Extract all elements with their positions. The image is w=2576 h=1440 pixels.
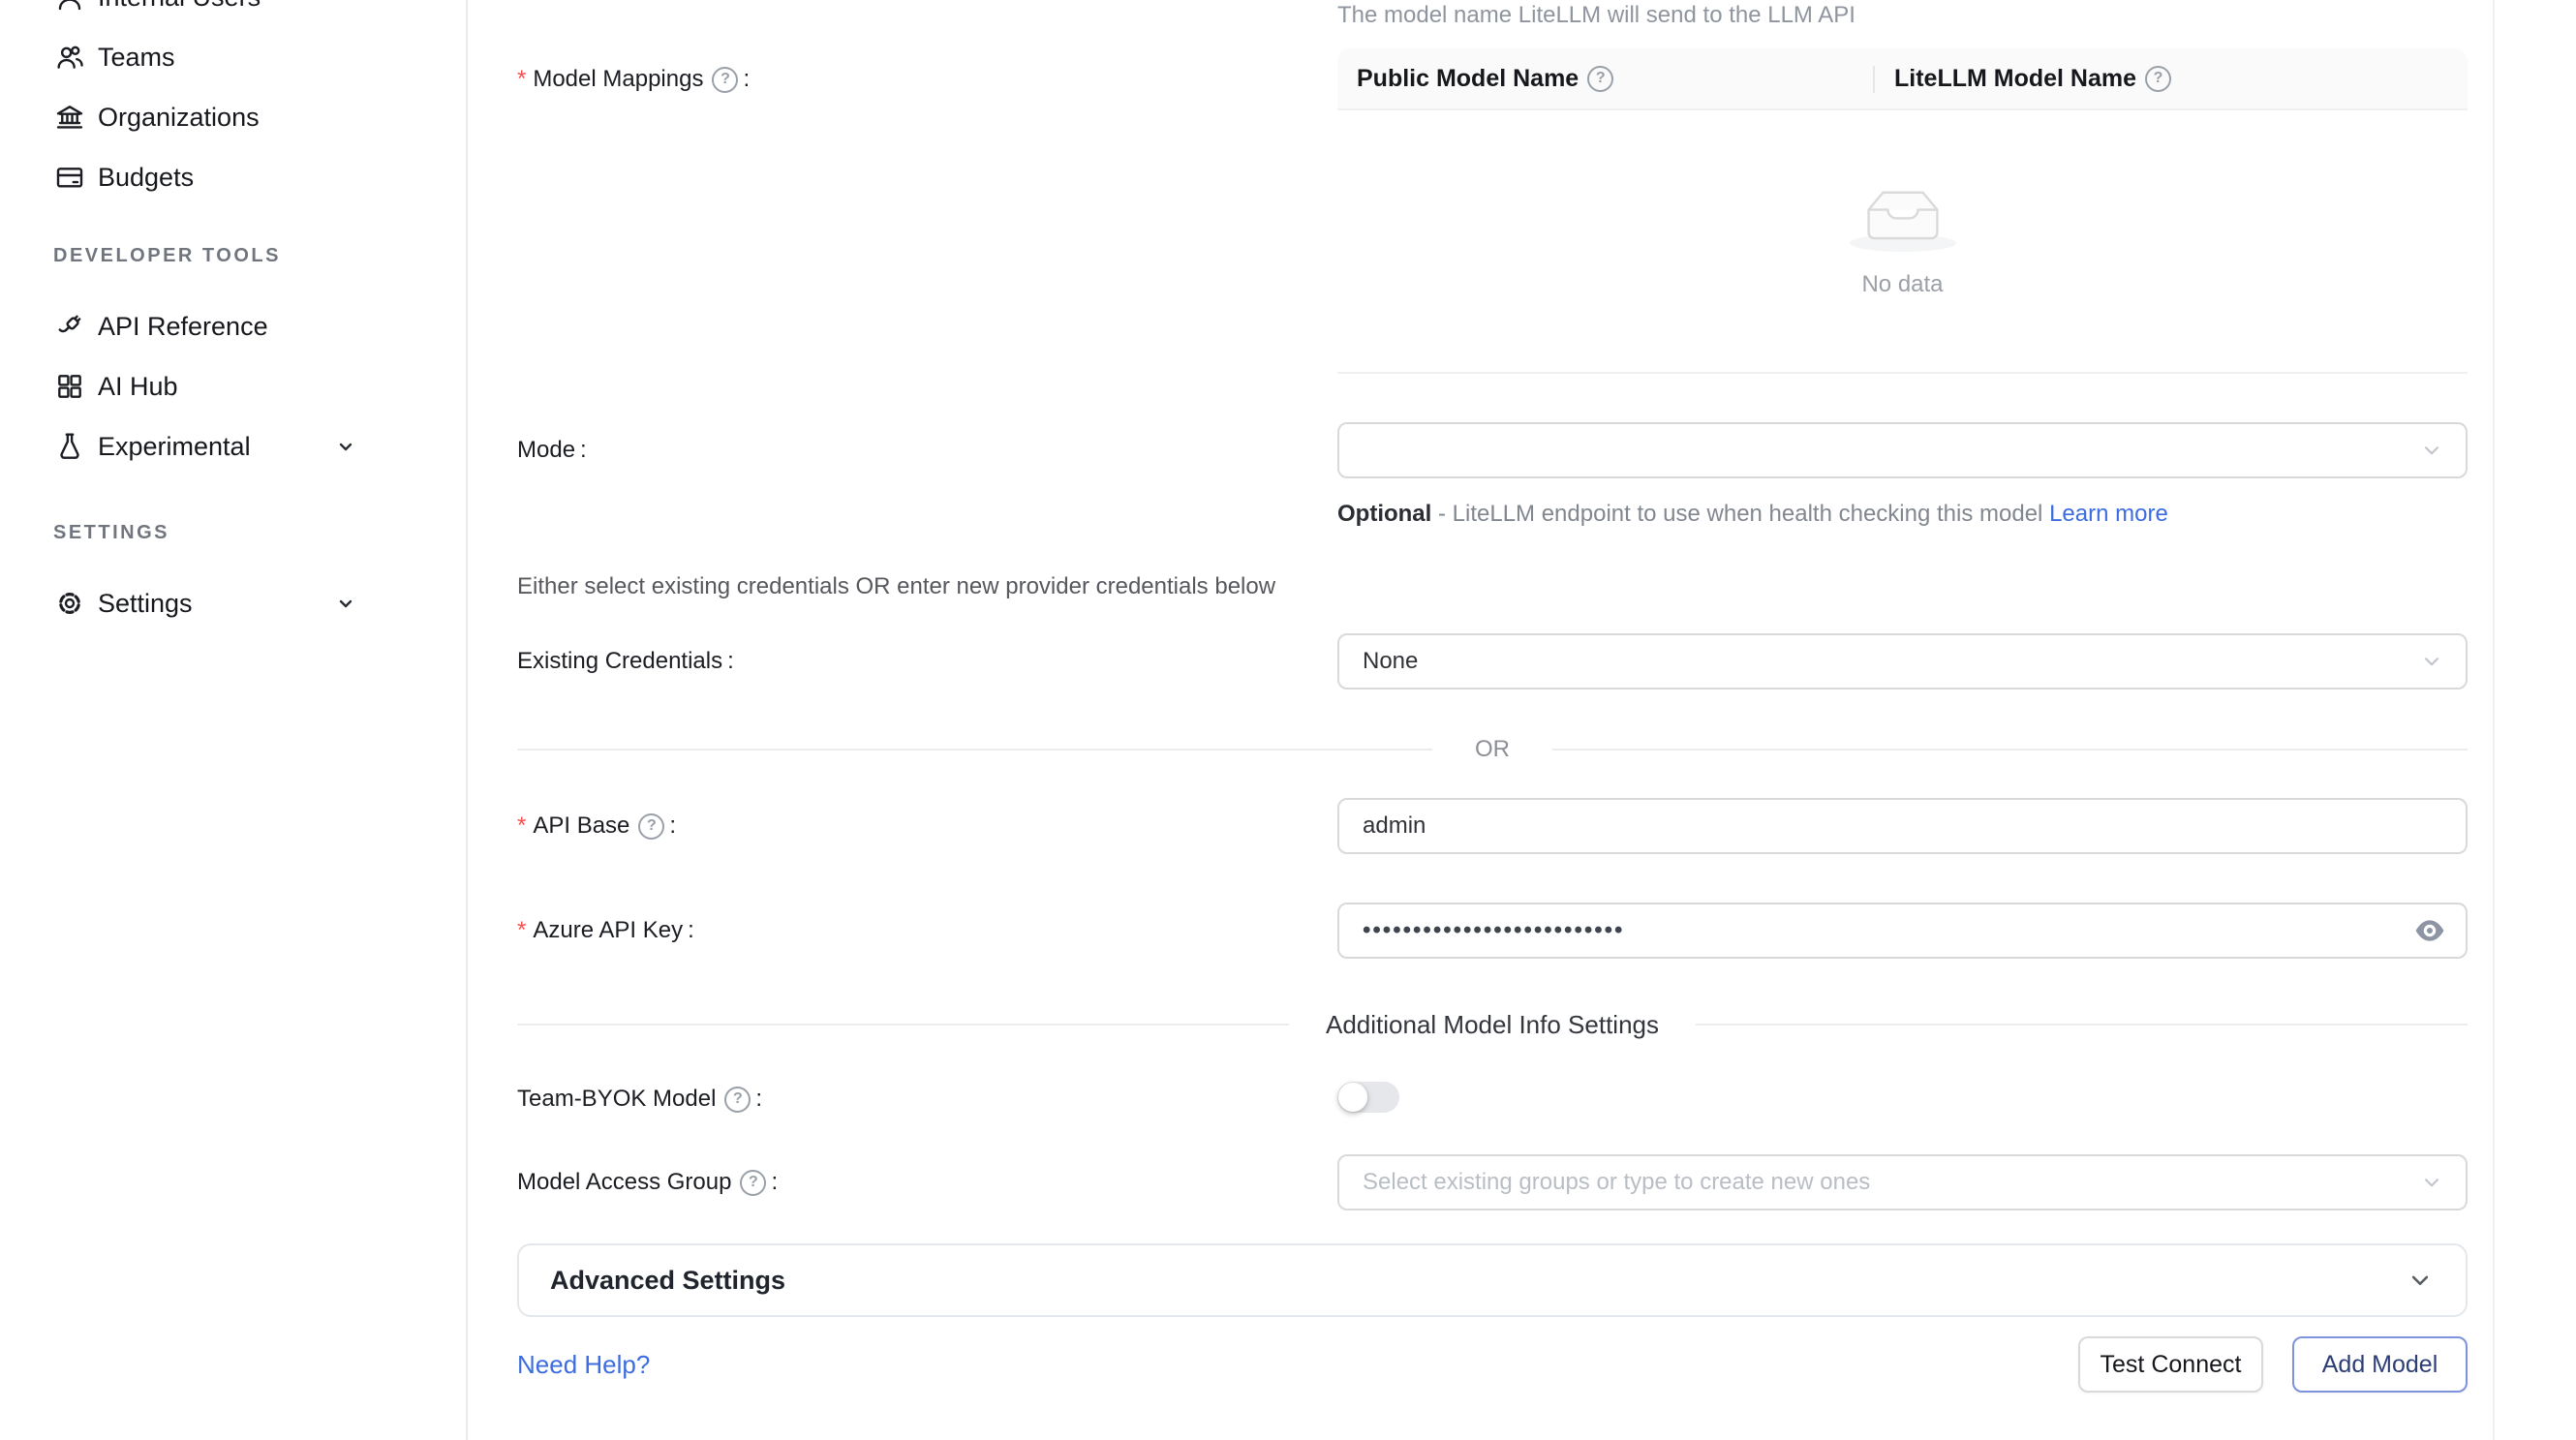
- help-icon[interactable]: ?: [712, 67, 738, 93]
- api-base-label: * API Base ? :: [517, 798, 1337, 854]
- sidebar-item-settings[interactable]: Settings: [0, 573, 466, 633]
- column-header-public-model-name: Public Model Name ?: [1337, 65, 1873, 93]
- help-icon[interactable]: ?: [740, 1170, 766, 1196]
- gear-icon: [53, 587, 86, 620]
- grid-appstore-icon: [53, 370, 86, 403]
- team-byok-label: Team-BYOK Model ? :: [517, 1086, 1337, 1113]
- sidebar-item-label: Settings: [98, 589, 193, 619]
- sidebar-item-experimental[interactable]: Experimental: [0, 416, 466, 476]
- bank-icon: [53, 101, 86, 134]
- sidebar-item-label: Budgets: [98, 163, 194, 193]
- model-access-group-label: Model Access Group ? :: [517, 1154, 1337, 1210]
- or-divider: OR: [517, 736, 2468, 763]
- sidebar-nav: Internal Users Teams Organizations Budge…: [0, 0, 466, 633]
- mode-select[interactable]: [1337, 422, 2468, 478]
- learn-more-link[interactable]: Learn more: [2049, 501, 2168, 527]
- column-header-litellm-model-name: LiteLLM Model Name ?: [1873, 65, 2171, 93]
- app-window: Internal Users Teams Organizations Budge…: [0, 0, 2576, 1440]
- no-data-text: No data: [1861, 271, 1943, 298]
- chevron-down-icon: [2419, 649, 2444, 674]
- chevron-down-icon: [334, 435, 357, 458]
- sidebar-item-organizations[interactable]: Organizations: [0, 87, 466, 147]
- required-asterisk: *: [517, 917, 526, 944]
- sidebar-item-internal-users[interactable]: Internal Users: [0, 0, 466, 27]
- api-plug-icon: [53, 310, 86, 343]
- model-mappings-label: * Model Mappings ? :: [517, 48, 750, 110]
- azure-api-key-label: * Azure API Key :: [517, 903, 1337, 959]
- chevron-down-icon: [334, 592, 357, 615]
- sidebar-item-label: API Reference: [98, 312, 268, 342]
- sidebar-item-budgets[interactable]: Budgets: [0, 147, 466, 207]
- credit-card-icon: [53, 161, 86, 194]
- add-model-button[interactable]: Add Model: [2292, 1336, 2468, 1393]
- advanced-settings-panel[interactable]: Advanced Settings: [517, 1243, 2468, 1317]
- existing-credentials-select[interactable]: None: [1337, 633, 2468, 689]
- sidebar-item-ai-hub[interactable]: AI Hub: [0, 356, 466, 416]
- sidebar-item-label: AI Hub: [98, 372, 178, 402]
- toggle-knob: [1338, 1083, 1367, 1112]
- sidebar-item-label: Internal Users: [98, 0, 261, 13]
- eye-icon[interactable]: [2413, 914, 2446, 947]
- add-model-form: The model name LiteLLM will send to the …: [468, 0, 2576, 1440]
- info-settings-divider: Additional Model Info Settings: [517, 1009, 2468, 1040]
- empty-inbox-icon: [1856, 184, 1949, 254]
- existing-credentials-label: Existing Credentials:: [517, 633, 1337, 689]
- sidebar-section-developer-tools: DEVELOPER TOOLS: [0, 242, 466, 269]
- mode-help-text: Optional - LiteLLM endpoint to use when …: [1337, 494, 2214, 535]
- sidebar-section-settings: SETTINGS: [0, 519, 466, 546]
- chevron-down-icon: [2419, 438, 2444, 463]
- chevron-down-icon: [2406, 1266, 2435, 1295]
- advanced-settings-title: Advanced Settings: [550, 1266, 785, 1296]
- sidebar-item-label: Experimental: [98, 432, 251, 462]
- column-divider: [1873, 66, 1875, 93]
- team-byok-toggle[interactable]: [1337, 1082, 1399, 1113]
- help-icon[interactable]: ?: [1587, 66, 1613, 92]
- credentials-note: Either select existing credentials OR en…: [517, 573, 2468, 602]
- api-base-input[interactable]: admin: [1337, 798, 2468, 854]
- sidebar: Internal Users Teams Organizations Budge…: [0, 0, 468, 1440]
- table-header-row: Public Model Name ? LiteLLM Model Name ?: [1337, 48, 2468, 110]
- help-icon[interactable]: ?: [638, 813, 664, 840]
- model-mappings-table: Public Model Name ? LiteLLM Model Name ?: [1337, 48, 2468, 374]
- mode-label: Mode:: [517, 422, 1337, 478]
- teams-icon: [53, 41, 86, 74]
- required-asterisk: *: [517, 66, 526, 93]
- table-empty-state: No data: [1337, 110, 2468, 374]
- test-connect-button[interactable]: Test Connect: [2078, 1336, 2263, 1393]
- required-asterisk: *: [517, 812, 526, 840]
- sidebar-item-teams[interactable]: Teams: [0, 27, 466, 87]
- content-right-divider: [2493, 0, 2495, 1440]
- help-icon[interactable]: ?: [724, 1087, 751, 1113]
- need-help-link[interactable]: Need Help?: [517, 1350, 650, 1380]
- help-icon[interactable]: ?: [2145, 66, 2171, 92]
- model-name-help-text: The model name LiteLLM will send to the …: [1337, 2, 2468, 29]
- azure-api-key-input[interactable]: ••••••••••••••••••••••••••: [1337, 903, 2468, 959]
- flask-icon: [53, 430, 86, 463]
- chevron-down-icon: [2419, 1170, 2444, 1195]
- model-access-group-select[interactable]: Select existing groups or type to create…: [1337, 1154, 2468, 1210]
- user-icon: [53, 0, 86, 14]
- sidebar-item-label: Teams: [98, 43, 175, 73]
- sidebar-item-api-reference[interactable]: API Reference: [0, 296, 466, 356]
- sidebar-item-label: Organizations: [98, 103, 260, 133]
